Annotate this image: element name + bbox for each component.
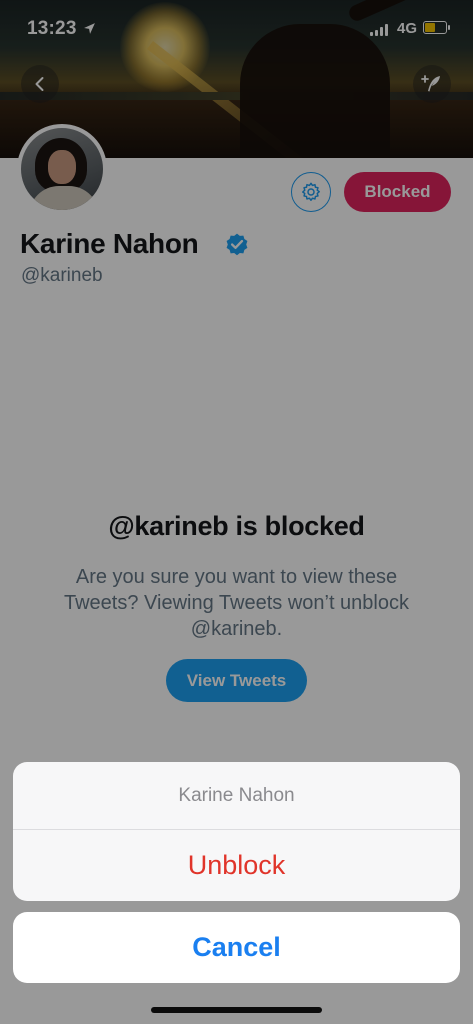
unblock-button[interactable]: Unblock: [13, 830, 460, 901]
action-sheet: Karine Nahon Unblock: [13, 762, 460, 901]
home-indicator[interactable]: [151, 1007, 322, 1013]
action-sheet-title: Karine Nahon: [13, 762, 460, 830]
cancel-button[interactable]: Cancel: [13, 912, 460, 983]
